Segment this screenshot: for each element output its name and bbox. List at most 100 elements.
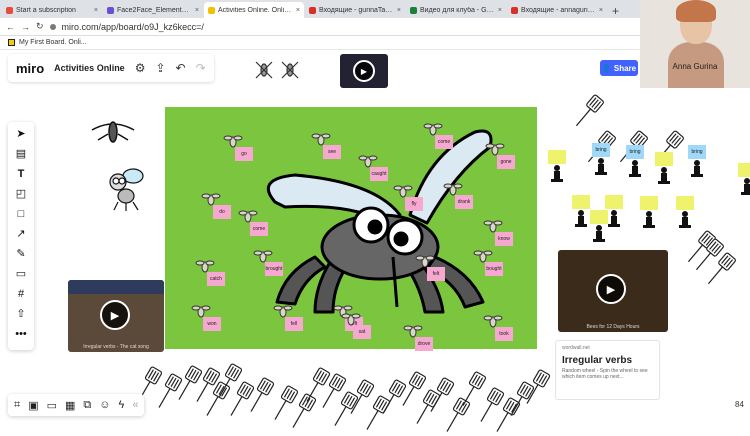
- reactions-icon[interactable]: ☺: [99, 399, 110, 411]
- browser-tab[interactable]: Face2Face_Elementary_Te…×: [103, 2, 203, 18]
- redo-icon[interactable]: ↷: [196, 61, 206, 75]
- pen-icon[interactable]: ✎: [16, 247, 25, 261]
- stick-figure-icon: [643, 211, 655, 228]
- browser-tab[interactable]: Видео для клуба - Google…×: [406, 2, 506, 18]
- browser-tab[interactable]: Входящие - annagurina@…×: [507, 2, 607, 18]
- right-sticky[interactable]: bring: [626, 145, 644, 159]
- close-icon[interactable]: ×: [498, 7, 502, 14]
- reload-icon[interactable]: ↻: [36, 21, 44, 32]
- right-sticky[interactable]: [548, 150, 566, 164]
- cartoon-mosquito[interactable]: [100, 162, 150, 212]
- video-irregular-verbs[interactable]: ▶ Irregular verbs - The cat song: [68, 280, 164, 352]
- word-sticky[interactable]: drove: [415, 337, 433, 351]
- browser-tab[interactable]: Входящие - gurinaTanna…×: [305, 2, 405, 18]
- video-thumbnail-top[interactable]: ▶: [340, 54, 388, 88]
- settings-icon[interactable]: ⚙: [135, 61, 146, 75]
- word-sticky[interactable]: gone: [497, 155, 515, 169]
- word-sticky[interactable]: come: [435, 135, 453, 149]
- activity-icon[interactable]: ϟ: [119, 399, 125, 411]
- miro-logo[interactable]: miro: [16, 61, 44, 76]
- tab-label: Входящие - gurinaTanna…: [319, 6, 394, 14]
- frame-icon[interactable]: #: [18, 287, 24, 301]
- word-sticky[interactable]: sat: [353, 325, 371, 339]
- upload-icon[interactable]: ⇧: [16, 307, 25, 321]
- present-icon[interactable]: ▣: [28, 399, 38, 412]
- tab-label: Activities Online. Online W…: [218, 6, 293, 14]
- board-name[interactable]: Activities Online: [54, 63, 125, 73]
- tab-label: Входящие - annagurina@…: [521, 6, 596, 14]
- play-icon[interactable]: ▶: [353, 60, 375, 82]
- bookmark-link[interactable]: My First Board. Onli...: [19, 39, 87, 46]
- word-sticky[interactable]: won: [203, 317, 221, 331]
- right-sticky[interactable]: bring: [688, 145, 706, 159]
- miro-top-bar: miro Activities Online ⚙ ⇪ ↶ ↷: [8, 54, 214, 82]
- word-sticky[interactable]: do: [213, 205, 231, 219]
- right-sticky[interactable]: [738, 163, 750, 177]
- right-sticky[interactable]: bring: [592, 143, 610, 157]
- share-button[interactable]: 👤 Share: [600, 60, 638, 76]
- arrow-icon[interactable]: ↗: [16, 227, 25, 241]
- right-sticky[interactable]: [640, 196, 658, 210]
- browser-tab[interactable]: Activities Online. Online W…×: [204, 2, 304, 18]
- word-sticky[interactable]: catch: [207, 272, 225, 286]
- more-icon[interactable]: •••: [15, 327, 27, 341]
- chat-icon[interactable]: ▭: [47, 399, 57, 412]
- word-sticky[interactable]: fell: [285, 317, 303, 331]
- frames-icon[interactable]: ⌗: [14, 399, 20, 412]
- back-icon[interactable]: ←: [6, 22, 15, 32]
- word-sticky[interactable]: come: [250, 222, 268, 236]
- word-sticky[interactable]: fly: [405, 197, 423, 211]
- right-sticky[interactable]: [676, 196, 694, 210]
- close-icon[interactable]: ×: [296, 7, 300, 14]
- browser-tab[interactable]: Start a subscription ×: [2, 2, 102, 18]
- play-icon[interactable]: ▶: [596, 274, 626, 304]
- word-sticky[interactable]: know: [495, 232, 513, 246]
- comment-icon[interactable]: ▭: [16, 267, 26, 281]
- lock-icon: [49, 23, 56, 30]
- fly-swatter-icon[interactable]: [568, 92, 608, 132]
- video-bees[interactable]: ▶ Bees for 12 Days Hours: [558, 250, 668, 332]
- word-sticky[interactable]: go: [235, 147, 253, 161]
- address-bar[interactable]: ← → ↻ miro.com/app/board/o9J_kz6kecc=/: [0, 18, 640, 36]
- text-icon[interactable]: T: [18, 167, 25, 181]
- video-caption: Irregular verbs - The cat song: [83, 344, 149, 350]
- right-sticky[interactable]: [590, 210, 608, 224]
- video-call-tile: Anna Gurina: [640, 0, 750, 88]
- forward-icon[interactable]: →: [21, 22, 30, 32]
- cursor-icon[interactable]: ➤: [16, 127, 25, 141]
- screen-icon[interactable]: ⧉: [83, 399, 91, 412]
- word-sticky[interactable]: took: [495, 327, 513, 341]
- cards-icon[interactable]: ▦: [65, 399, 75, 412]
- word-sticky[interactable]: bought: [485, 262, 503, 276]
- user-add-icon: 👤: [601, 63, 612, 73]
- word-sticky[interactable]: drank: [455, 195, 473, 209]
- url-text[interactable]: miro.com/app/board/o9J_kz6kecc=/: [62, 22, 204, 32]
- zoom-level[interactable]: 84: [735, 400, 744, 409]
- undo-icon[interactable]: ↶: [176, 61, 186, 75]
- tab-favicon-icon: [511, 6, 518, 14]
- fly-swatter-icon[interactable]: [700, 250, 740, 290]
- right-sticky[interactable]: [572, 195, 590, 209]
- close-icon[interactable]: ×: [94, 7, 98, 14]
- close-icon[interactable]: ×: [599, 7, 603, 14]
- word-sticky[interactable]: brought: [265, 262, 283, 276]
- right-sticky[interactable]: [605, 195, 623, 209]
- word-sticky[interactable]: felt: [427, 267, 445, 281]
- activity-board[interactable]: go see come gone caught drank do come fly brought…: [165, 107, 537, 351]
- export-icon[interactable]: ⇪: [155, 61, 165, 75]
- fly-swatter-icon[interactable]: [516, 368, 556, 408]
- collapse-icon[interactable]: «: [132, 399, 138, 411]
- sticky-note-icon[interactable]: ◰: [16, 187, 26, 201]
- right-sticky[interactable]: [655, 152, 673, 166]
- word-sticky[interactable]: see: [323, 145, 341, 159]
- tab-favicon-icon: [208, 6, 215, 14]
- word-sticky[interactable]: caught: [370, 167, 388, 181]
- template-icon[interactable]: ▤: [16, 147, 26, 161]
- wordwall-card[interactable]: wordwall.net Irregular verbs Random whee…: [555, 340, 660, 400]
- new-tab-button[interactable]: +: [608, 4, 623, 18]
- mosquito-drawing[interactable]: [88, 110, 138, 150]
- shape-icon[interactable]: □: [18, 207, 25, 221]
- play-icon[interactable]: ▶: [100, 300, 130, 330]
- close-icon[interactable]: ×: [195, 7, 199, 14]
- close-icon[interactable]: ×: [397, 7, 401, 14]
